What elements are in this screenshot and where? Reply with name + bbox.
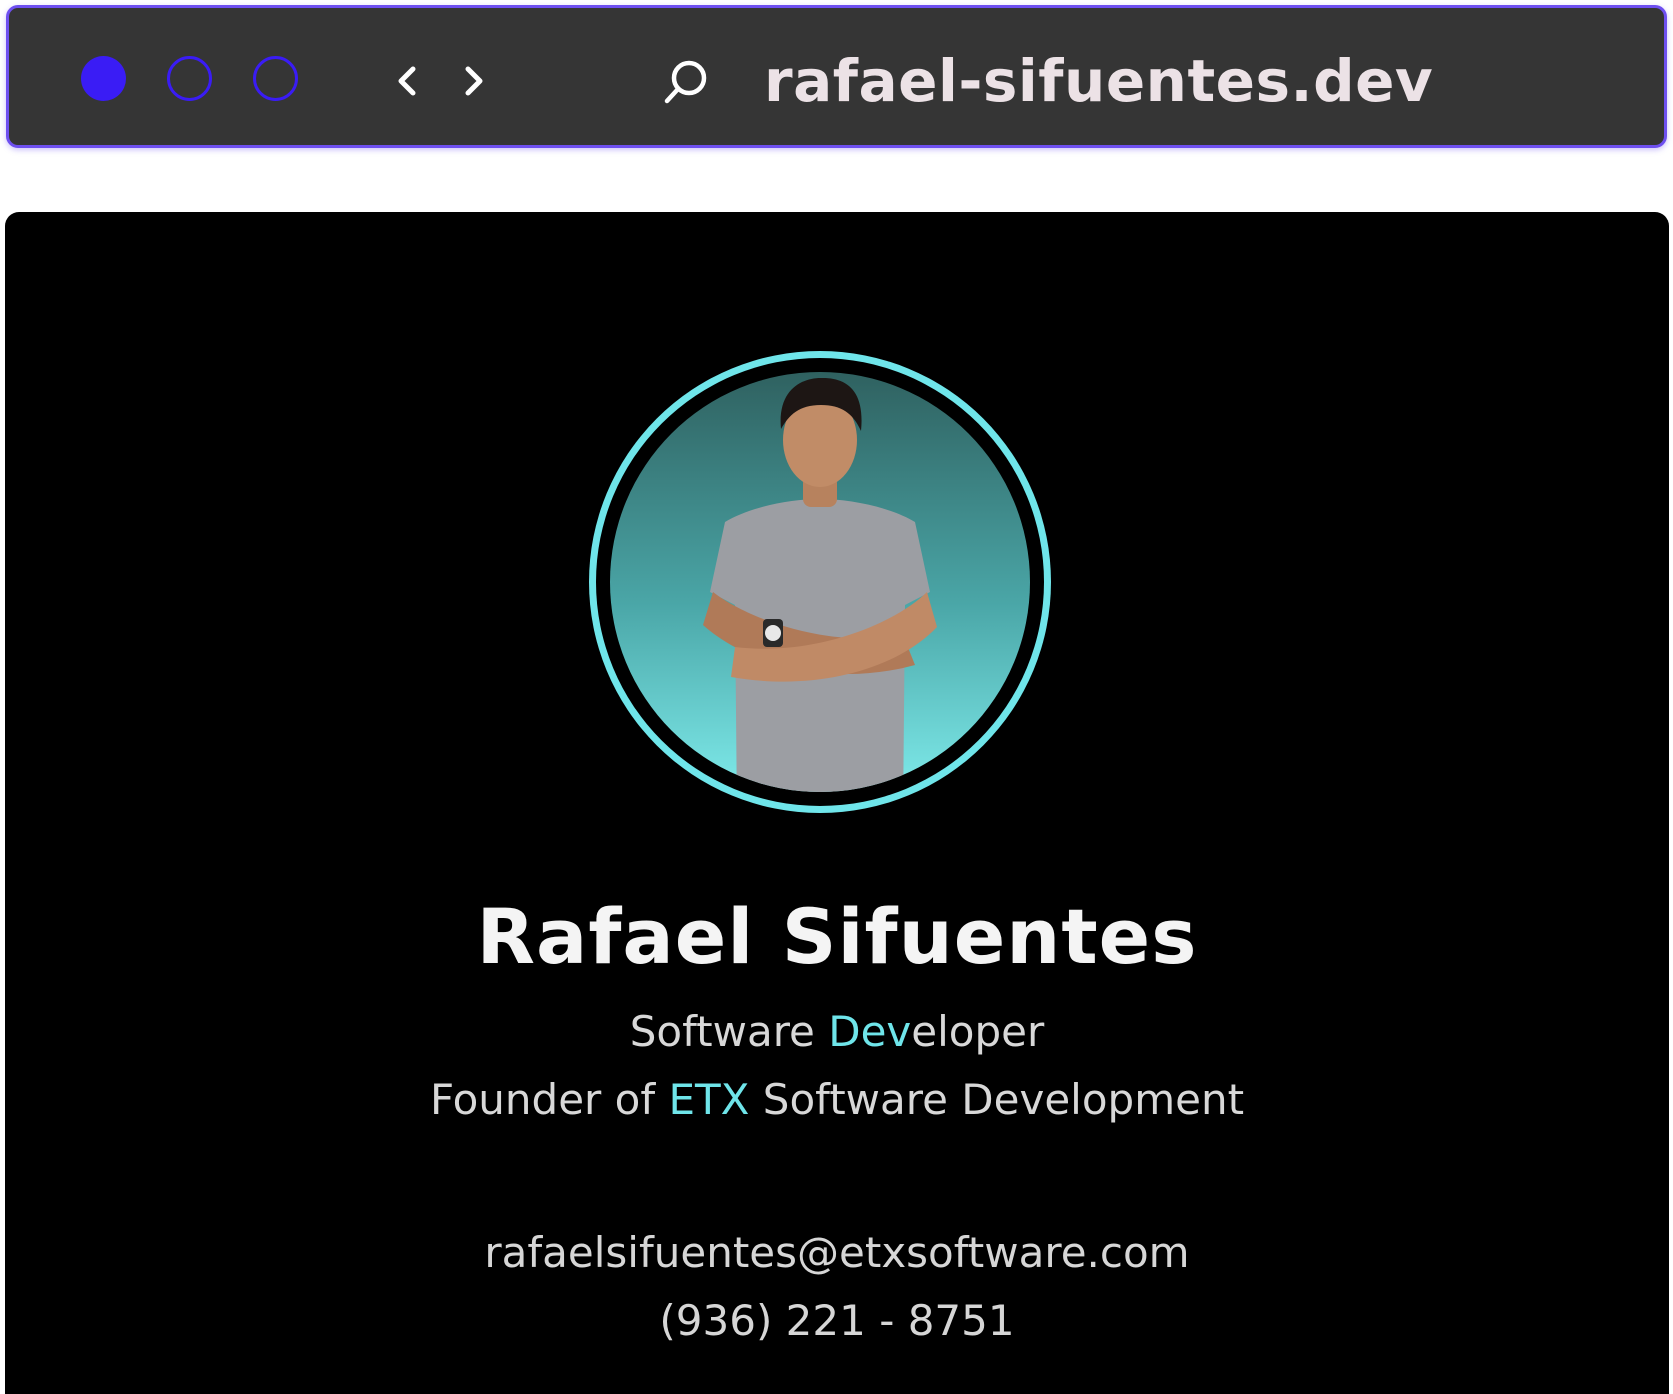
email-link[interactable]: rafaelsifuentes@etxsoftware.com xyxy=(5,1226,1669,1280)
company-line-text-end: Software Development xyxy=(749,1075,1245,1124)
window-minimize-dot-icon[interactable] xyxy=(167,56,212,101)
chevron-right-icon[interactable] xyxy=(454,61,494,101)
company-line-text: Founder of xyxy=(429,1075,669,1124)
profile-photo xyxy=(589,351,1051,813)
job-title: Software Developer xyxy=(5,1005,1669,1059)
address-bar-url[interactable]: rafael-sifuentes.dev xyxy=(764,46,1433,116)
job-title-text-end: eloper xyxy=(911,1007,1045,1056)
search-icon[interactable] xyxy=(661,56,713,108)
browser-toolbar: rafael-sifuentes.dev xyxy=(6,5,1667,148)
company-highlight: ETX xyxy=(668,1075,750,1124)
profile-name: Rafael Sifuentes xyxy=(476,892,1198,981)
page-content: Rafael Sifuentes Software Developer Foun… xyxy=(5,212,1669,1394)
job-title-text: Software xyxy=(629,1007,829,1056)
phone-link[interactable]: (936) 221 - 8751 xyxy=(5,1294,1669,1348)
window-close-dot-icon[interactable] xyxy=(81,56,126,101)
job-title-highlight: Dev xyxy=(828,1007,912,1056)
window-maximize-dot-icon[interactable] xyxy=(253,56,298,101)
chevron-left-icon[interactable] xyxy=(387,61,427,101)
company-line: Founder of ETX Software Development xyxy=(5,1073,1669,1127)
